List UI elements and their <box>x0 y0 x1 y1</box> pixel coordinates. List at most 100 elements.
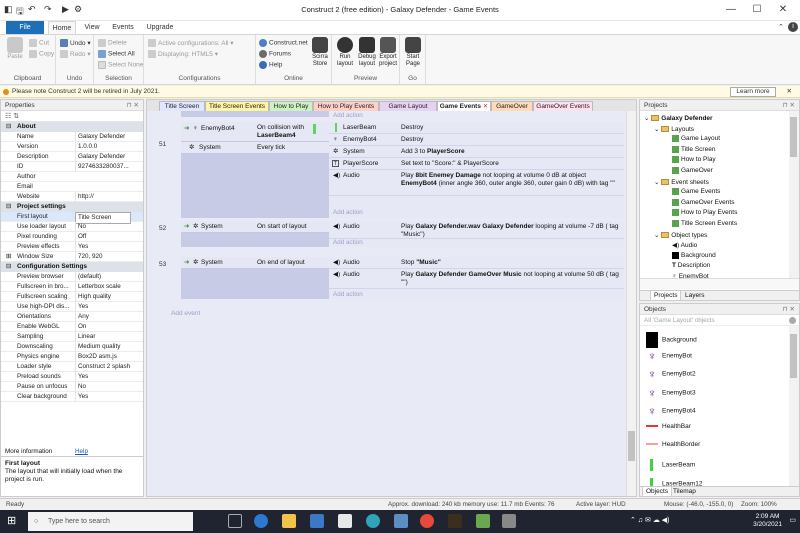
project-tree-node[interactable]: ◀) Audio <box>664 241 697 249</box>
add-action-link[interactable]: Add action <box>333 291 363 298</box>
property-row[interactable]: Enable WebGL On <box>1 322 143 332</box>
project-tree-node[interactable]: ⌄ Layouts <box>654 125 694 133</box>
property-row[interactable]: Website http:// <box>1 192 143 202</box>
export-project-button[interactable]: Export project <box>377 37 399 68</box>
document-tab[interactable]: How to Play Events <box>313 101 379 111</box>
action-row[interactable]: ✲ System Add 3 to PlayerScore <box>329 146 624 158</box>
property-row[interactable]: Pause on unfocus No <box>1 382 143 392</box>
property-row[interactable]: Author <box>1 172 143 182</box>
pin-icon[interactable]: ⊓ ✕ <box>127 100 139 111</box>
filter-settings-icon[interactable] <box>789 317 796 324</box>
document-tab[interactable]: Game Layout <box>379 101 437 111</box>
game-app-icon[interactable] <box>448 514 462 528</box>
project-hscrollbar[interactable] <box>640 278 799 289</box>
objects-filter[interactable]: All 'Game Layout' objects <box>640 315 799 326</box>
document-tab[interactable]: GameOver Events <box>533 101 593 111</box>
construct-taskbar-icon[interactable] <box>502 514 516 528</box>
document-tab[interactable]: Title Screen Events <box>205 101 269 111</box>
action-row[interactable]: ◀) Audio Play 8bit Enemey Damage not loo… <box>329 170 624 196</box>
image-app-icon[interactable] <box>476 514 490 528</box>
chevron-down-icon[interactable]: ⌄ <box>644 115 651 122</box>
property-row[interactable]: Loader style Construct 2 splash <box>1 362 143 372</box>
copy-button[interactable]: Copy <box>29 50 54 58</box>
start-page-button[interactable]: Start Page <box>402 37 424 68</box>
property-row[interactable]: Clear background Yes <box>1 392 143 402</box>
project-tree-node[interactable]: ⌄ Event sheets <box>654 178 709 186</box>
action-row[interactable]: LaserBeam Destroy <box>329 122 624 134</box>
help-link[interactable]: Help <box>259 61 282 69</box>
notice-close-icon[interactable]: ✕ <box>787 86 792 98</box>
add-event-link[interactable]: Add event <box>171 310 200 318</box>
project-tree-node[interactable]: Game Events <box>664 188 720 195</box>
alphabetical-icon[interactable]: ⇅ <box>13 113 19 120</box>
property-row[interactable]: Orientations Any <box>1 312 143 322</box>
document-tab[interactable]: Title Screen <box>159 101 205 111</box>
property-row[interactable]: Fullscreen scaling High quality <box>1 292 143 302</box>
property-row[interactable]: Physics engine Box2D asm.js <box>1 352 143 362</box>
property-row[interactable]: Preview effects Yes <box>1 242 143 252</box>
minimize-button[interactable]: — <box>718 2 744 18</box>
property-row[interactable]: Preview browser (default) <box>1 272 143 282</box>
tab-view[interactable]: View <box>80 21 104 34</box>
event-sheet-scrollbar[interactable] <box>626 111 636 496</box>
forums-link[interactable]: Forums <box>259 50 291 58</box>
chevron-down-icon[interactable]: ⌄ <box>654 232 661 239</box>
tab-events[interactable]: Events <box>108 21 138 34</box>
event-51-condition-2[interactable]: ✲ System Every tick <box>181 142 329 154</box>
event-53-condition[interactable]: ➔ ✲ System On end of layout <box>181 257 329 269</box>
scrollbar-thumb[interactable] <box>790 117 797 157</box>
object-item[interactable]: ♆ EnemyBot4 <box>646 405 696 417</box>
learn-more-button[interactable]: Learn more <box>730 87 776 97</box>
project-tree-scrollbar[interactable] <box>789 111 799 278</box>
tab-projects[interactable]: Projects <box>650 291 682 301</box>
objects-scrollbar[interactable] <box>789 326 799 486</box>
property-row[interactable]: ID 9274633280037... <box>1 162 143 172</box>
chevron-down-icon[interactable]: ⌄ <box>654 179 661 186</box>
property-category[interactable]: About <box>1 122 143 132</box>
property-row[interactable]: Use loader layout No <box>1 222 143 232</box>
action-row[interactable]: ◀) Audio Stop "Music" <box>329 257 624 269</box>
project-tree-node[interactable]: Title Screen <box>664 145 715 153</box>
maximize-button[interactable]: ☐ <box>744 2 770 18</box>
displaying-dropdown[interactable]: Displaying: HTML5 ▾ <box>148 50 218 59</box>
project-tree-node[interactable]: T Description <box>664 262 710 269</box>
property-row[interactable]: Name Galaxy Defender <box>1 132 143 142</box>
calculator-icon[interactable] <box>394 514 408 528</box>
property-category[interactable]: Project settings <box>1 202 143 212</box>
property-row[interactable]: Description Galaxy Defender <box>1 152 143 162</box>
document-tab[interactable]: Game Events ✕ <box>437 101 491 111</box>
project-tree-node[interactable]: How to Play <box>664 156 716 164</box>
property-row[interactable]: Downscaling Medium quality <box>1 342 143 352</box>
property-row[interactable]: Version 1.0.0.0 <box>1 142 143 152</box>
paste-button[interactable]: Paste <box>4 37 26 61</box>
close-button[interactable]: ✕ <box>770 2 796 18</box>
property-category[interactable]: Configuration Settings <box>1 262 143 272</box>
property-row[interactable]: First layout Title Screen <box>1 212 143 224</box>
project-tree-node[interactable]: GameOver <box>664 167 713 174</box>
project-tree-node[interactable]: How to Play Events <box>664 209 737 217</box>
edge-icon[interactable] <box>254 514 268 528</box>
info-icon[interactable]: i <box>788 22 798 32</box>
property-row[interactable]: Preload sounds Yes <box>1 372 143 382</box>
project-tree-node[interactable]: ⌄ Object types <box>654 231 707 239</box>
tab-objects[interactable]: Objects <box>642 487 673 497</box>
file-explorer-icon[interactable] <box>282 514 296 528</box>
categorized-icon[interactable]: ☷ <box>5 113 11 120</box>
tab-file[interactable]: File <box>6 21 44 34</box>
project-tree-node[interactable]: Game Layout <box>664 135 720 142</box>
pin-icon[interactable]: ⊓ ✕ <box>783 100 795 111</box>
action-row[interactable]: ◀) Audio Play Galaxy Defender.wav Galaxy… <box>329 221 624 239</box>
mail-icon[interactable] <box>338 514 352 528</box>
tab-layers[interactable]: Layers <box>682 291 708 301</box>
add-action-link[interactable]: Add action <box>333 209 363 216</box>
close-tab-icon[interactable]: ✕ <box>481 103 488 110</box>
project-tree-node[interactable]: GameOver Events <box>664 198 734 206</box>
scrollbar-thumb[interactable] <box>790 334 797 378</box>
object-item[interactable]: ♆ EnemyBot3 <box>646 387 696 399</box>
add-action-link[interactable]: Add action <box>333 112 363 119</box>
project-tree-node[interactable]: Background <box>664 251 716 259</box>
event-51-condition-1[interactable]: ➔ ♆ EnemyBot4 On collision with LaserBea… <box>181 122 329 142</box>
undo-button[interactable]: Undo ▾ <box>60 39 91 48</box>
taskbar-clock[interactable]: 2:09 AM 3/20/2021 <box>753 513 782 529</box>
object-item[interactable]: ♆ EnemyBot <box>646 350 693 362</box>
